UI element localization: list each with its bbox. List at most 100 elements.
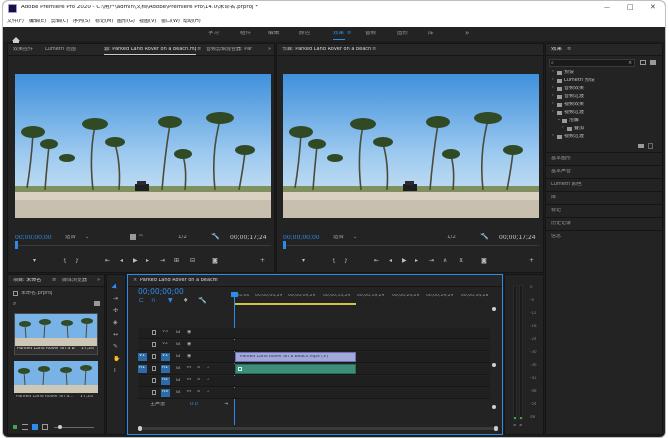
export-frame-button[interactable]: ◙ <box>212 258 218 264</box>
mute-button[interactable]: M <box>187 390 191 395</box>
step-back-button[interactable]: ◂ <box>389 258 392 264</box>
insert-button[interactable]: ⊞ <box>174 258 179 264</box>
play-button[interactable]: ▶ <box>402 258 407 264</box>
section-4[interactable]: 标记 <box>551 208 561 213</box>
source-fit-dropdown[interactable]: 适合 <box>65 235 76 241</box>
timeline-zoom-bar[interactable] <box>138 426 498 431</box>
effects-tree-arrow-2[interactable]: › <box>552 86 554 91</box>
workspace-more-button[interactable]: » <box>465 30 469 37</box>
icon-view-icon[interactable] <box>32 424 38 430</box>
effects-tree-item-4[interactable]: 视频效果 <box>564 102 584 107</box>
hand-tool-icon[interactable]: ✋ <box>113 356 120 362</box>
section-0[interactable]: 基本图形 <box>551 156 571 161</box>
mute-button[interactable]: M <box>187 366 191 371</box>
effects-tree-arrow-6[interactable]: ⌄ <box>557 118 561 123</box>
mic-icon[interactable]: ♪ <box>207 390 210 395</box>
mic-icon[interactable]: ♪ <box>207 378 210 383</box>
lock-track-icon[interactable] <box>152 354 156 359</box>
active-workspace-menu-icon[interactable]: ≡ <box>347 31 351 36</box>
effects-menu-icon[interactable]: ≡ <box>567 47 571 52</box>
lock-track-icon[interactable] <box>152 330 156 335</box>
sync-lock-icon[interactable]: ⊟ <box>176 342 180 347</box>
goto-out-button[interactable]: ⇥ <box>429 258 434 264</box>
tab-menu-icon[interactable]: ≡ <box>197 47 201 52</box>
step-fwd-button[interactable]: ▸ <box>146 258 149 264</box>
delete-icon[interactable] <box>648 143 653 149</box>
add-button[interactable]: + <box>260 258 265 264</box>
program-resolution-dropdown[interactable]: 1/2 <box>447 235 456 241</box>
tab-audio-mixer[interactable]: 音频剪辑混合器: Par <box>206 47 252 52</box>
effects-tree-item-2[interactable]: 音频效果 <box>564 86 584 91</box>
new-folder-icon[interactable] <box>638 144 644 148</box>
timeline-close-icon[interactable]: × <box>133 278 137 283</box>
program-scrub-bar[interactable] <box>283 245 539 246</box>
timeline-timecode[interactable]: 00;00;00;00 <box>138 288 184 296</box>
section-5[interactable]: 历史记录 <box>551 221 571 226</box>
mute-button[interactable]: M <box>187 378 191 383</box>
mic-icon[interactable]: ♪ <box>207 366 210 371</box>
workspace-tab-6[interactable]: 图形 <box>397 31 408 37</box>
add-marker-icon[interactable]: ▼ <box>168 298 173 304</box>
zoom-right-handle[interactable] <box>494 426 498 431</box>
solo-button[interactable]: S <box>197 366 200 371</box>
tab-project[interactable]: 项目: 未命名 <box>13 278 41 283</box>
timeline-tab-menu-icon[interactable]: ≡ <box>214 278 218 283</box>
tab-program[interactable]: 节目: Parked Land Rover on a beach <box>282 47 371 52</box>
project-new-bin-icon[interactable] <box>94 301 100 306</box>
marker-button[interactable]: ▾ <box>302 258 305 264</box>
32bit-filter-icon[interactable] <box>650 60 656 65</box>
extract-button[interactable]: ⊻ <box>459 258 463 264</box>
timeline-wrench-icon[interactable]: 🔧 <box>198 297 207 304</box>
program-playhead[interactable] <box>283 241 286 249</box>
effects-tree-arrow-3[interactable]: › <box>552 94 554 99</box>
effects-search-input[interactable]: ⌕ × <box>549 59 635 67</box>
tab-lumetri-scopes[interactable]: Lumetri 范围 <box>45 47 76 52</box>
solo-right-button[interactable]: S <box>519 424 522 429</box>
track-select-tool-icon[interactable]: ⇥ <box>113 296 118 302</box>
marker-button[interactable]: ▾ <box>33 258 36 264</box>
maximize-button[interactable]: □ <box>627 4 634 11</box>
audio-clip[interactable] <box>235 364 356 374</box>
eye-icon[interactable]: ◉ <box>187 342 191 347</box>
vertical-scroll-mid[interactable] <box>492 363 496 367</box>
solo-button[interactable]: S <box>197 378 200 383</box>
menu-item-0[interactable]: 文件(F) <box>7 19 24 24</box>
source-settings-icon[interactable] <box>130 234 136 240</box>
clip-thumbnail-1[interactable]: Parked Land Rover on a beach 17;24 <box>14 313 98 355</box>
sync-lock-icon[interactable]: ⊟ <box>176 390 180 395</box>
program-wrench-icon[interactable]: 🔧 <box>480 233 489 240</box>
zoom-slider-handle[interactable] <box>58 425 62 429</box>
effects-tree-arrow-0[interactable]: › <box>552 70 554 75</box>
selection-tool-icon[interactable] <box>111 283 119 291</box>
linked-select-icon[interactable]: ∩ <box>151 298 155 304</box>
program-fit-dropdown[interactable]: 适合 <box>333 235 344 241</box>
lift-button[interactable]: ⊼ <box>443 258 447 264</box>
razor-tool-icon[interactable]: ◈ <box>113 320 118 326</box>
workspace-tab-3[interactable]: 颜色 <box>299 31 310 37</box>
project-tab-menu-icon[interactable]: ≡ <box>52 278 56 283</box>
solo-button[interactable]: S <box>197 390 200 395</box>
workspace-tab-4[interactable]: 效果 <box>333 31 344 37</box>
master-track-end-icon[interactable]: ⇥ <box>224 402 228 407</box>
lock-track-icon[interactable] <box>152 390 156 395</box>
master-track-value[interactable]: 0.0 <box>190 402 198 407</box>
minimize-button[interactable]: — <box>604 5 610 11</box>
menu-item-1[interactable]: 编辑(E) <box>29 19 46 24</box>
effects-tree-arrow-5[interactable]: › <box>552 110 554 115</box>
source-tabs-more[interactable]: » <box>268 47 271 52</box>
lock-track-icon[interactable] <box>152 342 156 347</box>
effects-tree-item-0[interactable]: 预设 <box>564 70 574 75</box>
source-playhead[interactable] <box>15 241 18 249</box>
effects-tree-item-8[interactable]: 视频过渡 <box>564 134 584 139</box>
lock-track-icon[interactable] <box>152 378 156 383</box>
menu-item-8[interactable]: 帮助(H) <box>183 19 201 24</box>
tab-timeline[interactable]: Parked Land Rover on a beach <box>140 278 216 283</box>
workspace-tab-7[interactable]: 库 <box>428 31 434 37</box>
section-3[interactable]: 库 <box>551 195 556 200</box>
source-export-frame-icon[interactable]: ⇨ <box>139 234 143 239</box>
freeform-view-icon[interactable] <box>42 424 48 430</box>
timeline-marker-icon[interactable]: ♦ <box>183 298 188 304</box>
step-back-button[interactable]: ◂ <box>120 258 123 264</box>
source-wrench-icon[interactable]: 🔧 <box>211 233 220 240</box>
effects-tree-arrow-7[interactable]: › <box>562 126 564 131</box>
